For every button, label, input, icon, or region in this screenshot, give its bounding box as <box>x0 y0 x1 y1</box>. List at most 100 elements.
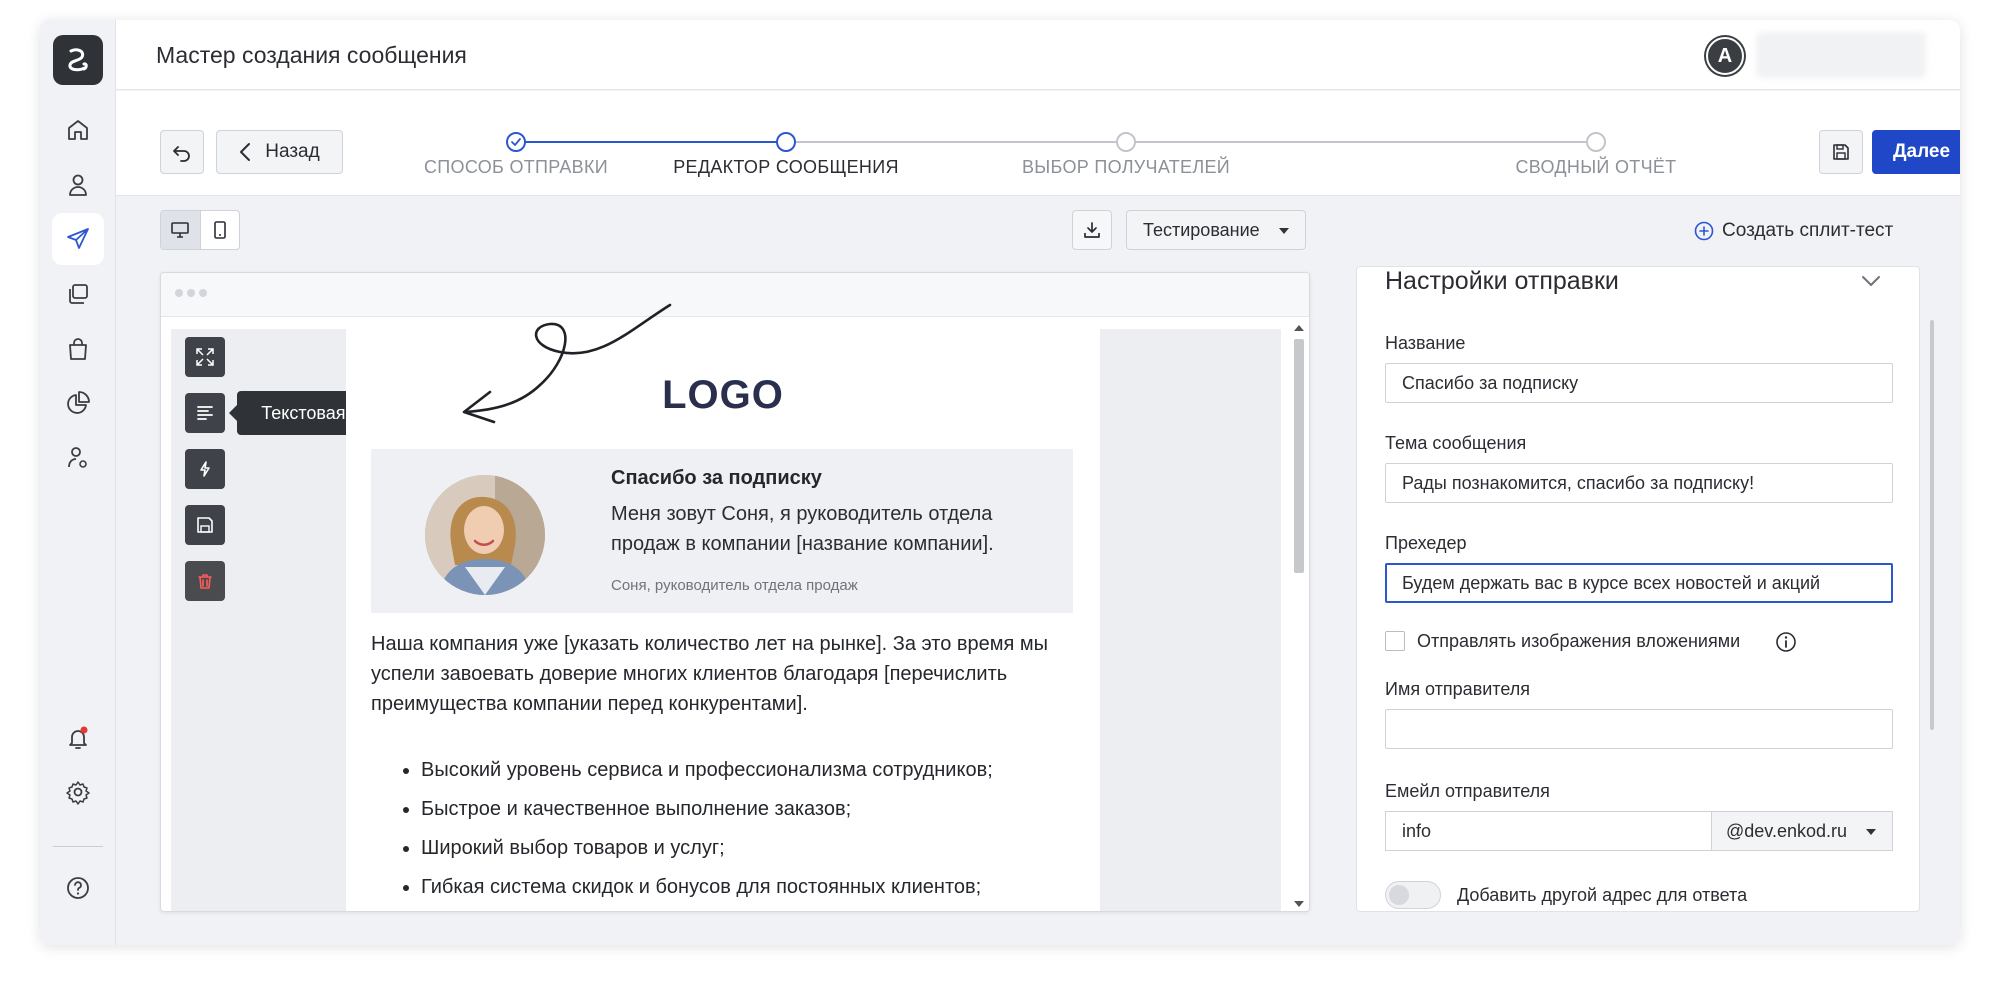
floppy-icon <box>1833 144 1849 160</box>
back-button[interactable]: Назад <box>216 130 343 174</box>
checkmark-icon <box>511 138 521 146</box>
text-version-button[interactable] <box>185 393 225 433</box>
editor-scrollbar[interactable] <box>1289 317 1309 911</box>
sidebar-item-messages[interactable] <box>52 213 104 265</box>
step-dot-3 <box>1116 132 1136 152</box>
save-draft-button[interactable] <box>1819 130 1863 174</box>
step-label-sending-method[interactable]: СПОСОБ ОТПРАВКИ <box>386 157 646 178</box>
mobile-icon <box>213 221 226 239</box>
bell-icon <box>69 726 88 749</box>
sidebar-item-settings[interactable] <box>52 766 104 818</box>
create-split-test-label: Создать сплит-тест <box>1722 220 1894 241</box>
reply-to-label: Добавить другой адрес для ответа <box>1457 885 1748 905</box>
step-dot-1 <box>506 132 526 152</box>
scroll-up-arrow[interactable] <box>1294 325 1304 331</box>
sidebar-item-templates[interactable] <box>52 268 104 320</box>
chevron-left-icon <box>240 143 251 161</box>
subject-field[interactable]: Рады познакомится, спасибо за подписку! <box>1385 463 1893 503</box>
templates-icon <box>69 284 88 304</box>
next-button[interactable]: Далее <box>1872 130 1960 174</box>
reply-to-toggle[interactable] <box>1385 881 1441 909</box>
scroll-down-arrow[interactable] <box>1294 901 1304 907</box>
list-item: Гибкая система скидок и бонусов для пост… <box>421 872 1081 902</box>
expand-icon <box>196 348 214 366</box>
editor-window-dots <box>175 289 207 297</box>
step-dot-4 <box>1586 132 1606 152</box>
device-view-toggle <box>160 210 240 250</box>
benefits-list[interactable]: Высокий уровень сервиса и профессионализ… <box>421 755 1081 911</box>
amp-button[interactable] <box>185 449 225 489</box>
testing-dropdown[interactable]: Тестирование <box>1126 210 1306 250</box>
undo-button[interactable] <box>160 130 204 174</box>
sidebar-item-analytics[interactable] <box>52 377 104 429</box>
delete-button[interactable] <box>185 561 225 601</box>
email-paragraph[interactable]: Наша компания уже [указать количество ле… <box>371 629 1076 719</box>
step-line-todo <box>786 141 1596 143</box>
sidebar-item-user-settings[interactable] <box>52 432 104 484</box>
wizard-bar: Назад СПОСОБ ОТПРАВКИ РЕДАКТОР СООБЩЕНИЯ… <box>116 91 1960 196</box>
author-photo <box>425 475 545 595</box>
home-icon <box>68 120 88 140</box>
preheader-field[interactable]: Будем держать вас в курсе всех новостей … <box>1385 563 1893 603</box>
undo-icon <box>173 146 190 162</box>
sidebar-item-home[interactable] <box>52 104 104 156</box>
sidebar-item-contacts[interactable] <box>52 159 104 211</box>
avatar[interactable]: A <box>1706 37 1744 75</box>
user-icon <box>69 174 87 196</box>
app-window: Мастер создания сообщения A Назад СПОСОБ… <box>40 20 1960 945</box>
download-button[interactable] <box>1072 210 1112 250</box>
sender-name-field[interactable] <box>1385 709 1893 749</box>
author-photo-image <box>425 475 545 595</box>
intro-card[interactable]: Спасибо за подписку Меня зовут Соня, я р… <box>371 449 1073 613</box>
sender-email-label: Емейл отправителя <box>1385 781 1550 801</box>
sender-domain-select[interactable]: @dev.enkod.ru <box>1711 811 1893 851</box>
desktop-icon <box>171 222 190 238</box>
sidebar-item-shop[interactable] <box>52 323 104 375</box>
sidebar-item-help[interactable] <box>52 862 104 914</box>
sender-email-field[interactable]: info <box>1385 811 1711 851</box>
list-item: Высокий уровень сервиса и профессионализ… <box>421 755 1081 785</box>
attach-images-checkbox[interactable] <box>1385 631 1405 651</box>
next-button-label: Далее <box>1892 141 1951 162</box>
subject-label: Тема сообщения <box>1385 433 1527 453</box>
help-icon <box>67 877 89 899</box>
save-template-button[interactable] <box>185 505 225 545</box>
name-field[interactable]: Спасибо за подписку <box>1385 363 1893 403</box>
settings-scrollbar[interactable] <box>1930 320 1934 730</box>
send-settings-panel: Настройки отправки Название Спасибо за п… <box>1356 266 1920 912</box>
logo-icon <box>68 48 88 72</box>
step-line-done <box>516 141 786 143</box>
scroll-thumb[interactable] <box>1294 339 1304 573</box>
sender-name-label: Имя отправителя <box>1385 679 1531 699</box>
amp-icon <box>200 461 210 477</box>
attach-images-label[interactable]: Отправлять изображения вложениями <box>1417 631 1740 652</box>
top-header: Мастер создания сообщения A <box>116 20 1960 90</box>
preheader-label: Прехедер <box>1385 533 1467 553</box>
user-name-blurred[interactable] <box>1756 32 1926 78</box>
info-icon[interactable] <box>1775 631 1797 653</box>
step-label-summary[interactable]: СВОДНЫЙ ОТЧЁТ <box>1466 157 1726 178</box>
text-version-icon <box>197 406 213 420</box>
shopping-bag-icon <box>69 338 87 360</box>
caret-down-icon <box>1866 829 1876 835</box>
email-editor: Текстовая версия LOGO Спасибо за подписк… <box>160 272 1310 912</box>
step-label-message-editor[interactable]: РЕДАКТОР СООБЩЕНИЯ <box>656 157 916 178</box>
trash-icon <box>198 574 212 589</box>
app-logo[interactable] <box>53 35 103 85</box>
plus-circle-icon <box>1694 221 1714 241</box>
card-title: Спасибо за подписку <box>611 467 822 489</box>
desktop-view-button[interactable] <box>161 211 201 249</box>
save-icon <box>197 517 213 533</box>
send-icon <box>67 228 89 249</box>
back-button-label: Назад <box>265 141 320 162</box>
list-item: Быстрое и качественное выполнение заказо… <box>421 794 1081 824</box>
gear-icon <box>66 781 90 805</box>
create-split-test-link[interactable]: Создать сплит-тест <box>1694 220 1893 242</box>
chevron-down-icon[interactable] <box>1861 275 1881 287</box>
name-label: Название <box>1385 333 1466 353</box>
card-text: Меня зовут Соня, я руководитель отдела п… <box>611 503 994 555</box>
sidebar-item-notifications[interactable] <box>52 712 104 764</box>
fullscreen-button[interactable] <box>185 337 225 377</box>
step-label-recipients[interactable]: ВЫБОР ПОЛУЧАТЕЛЕЙ <box>996 157 1256 178</box>
mobile-view-button[interactable] <box>201 211 240 249</box>
